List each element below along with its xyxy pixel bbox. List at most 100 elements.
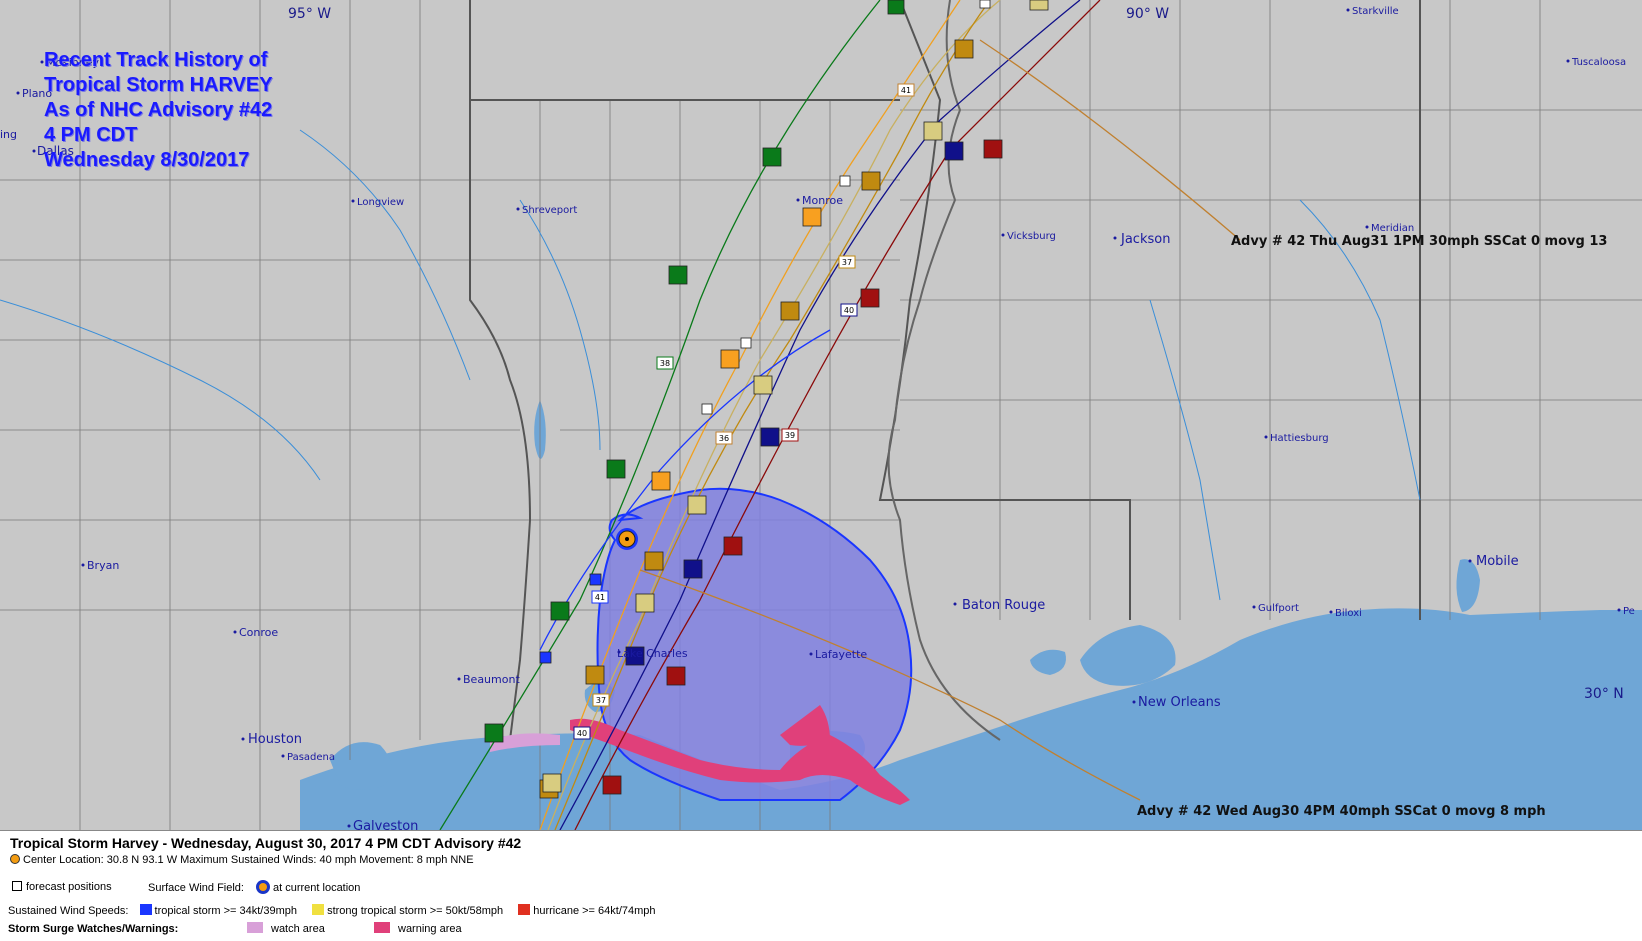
svg-text:Vicksburg: Vicksburg [1007, 231, 1056, 242]
svg-text:Meridian: Meridian [1371, 223, 1414, 234]
city-mobile: Mobile [1468, 554, 1519, 569]
hu-swatch [518, 904, 531, 915]
city-jackson: Jackson [1113, 232, 1170, 247]
advisory-tag-5: 36 [715, 431, 733, 445]
legend-sts-text: strong tropical storm >= 50kt/58mph [327, 905, 504, 917]
position-green-5 [550, 601, 570, 621]
current-center-icon [10, 854, 20, 864]
position-blue-2 [539, 651, 552, 664]
legend-watch-text: watch area [271, 923, 325, 935]
svg-text:ing: ing [0, 128, 17, 141]
advisory-tag-3: 37 [838, 255, 856, 269]
svg-text:41: 41 [595, 593, 605, 602]
position-khaki-4 [687, 495, 707, 515]
svg-text:36: 36 [719, 434, 729, 443]
advisory-tag-7: 41 [591, 590, 609, 604]
current-storm-center [616, 528, 638, 550]
city-longview: Longview [351, 197, 404, 208]
legend-ts-text: tropical storm >= 34kt/39mph [154, 905, 297, 917]
position-khaki-2 [923, 121, 943, 141]
city-meridian: Meridian [1365, 223, 1414, 234]
city-lake-charles: Lake Charles [617, 647, 688, 660]
city-conroe: Conroe [233, 626, 278, 639]
advisory-tag-2: 38 [656, 356, 674, 370]
svg-text:Conroe: Conroe [239, 626, 278, 639]
city-vicksburg: Vicksburg [1001, 231, 1056, 242]
advisory-tag-1: 41 [897, 83, 915, 97]
svg-text:Pasadena: Pasadena [287, 752, 335, 763]
city-houston: Houston [241, 732, 302, 747]
advisory-tag-4: 40 [840, 303, 858, 317]
map-title: Recent Track History of Tropical Storm H… [44, 48, 273, 173]
position-khaki-6 [542, 773, 562, 793]
svg-text:Hattiesburg: Hattiesburg [1270, 433, 1329, 444]
svg-text:37: 37 [842, 258, 852, 267]
legend-surge-warning: warning area [374, 922, 462, 935]
map-title-line-4: 4 PM CDT [44, 124, 138, 146]
lon-90-label: 90° W [1126, 6, 1169, 22]
svg-text:Longview: Longview [357, 197, 404, 208]
legend-current-location-text: at current location [272, 882, 361, 894]
position-gold-3 [780, 301, 800, 321]
map-title-line-5: Wednesday 8/30/2017 [44, 149, 250, 171]
advisory-tag-6: 39 [781, 428, 799, 442]
position-blue-1 [589, 573, 602, 586]
position-navy-2 [760, 427, 780, 447]
city-bryan: Bryan [81, 559, 119, 572]
svg-text:Tuscaloosa: Tuscaloosa [1571, 57, 1626, 68]
sts-swatch [312, 904, 325, 915]
legend-panel: Tropical Storm Harvey - Wednesday, Augus… [0, 830, 1642, 941]
position-green-3 [668, 265, 688, 285]
svg-text:Starkville: Starkville [1352, 6, 1399, 17]
legend-surge-label: Storm Surge Watches/Warnings: [8, 923, 179, 935]
position-navy-1 [944, 141, 964, 161]
svg-text:40: 40 [844, 306, 854, 315]
legend-forecast-positions: forecast positions [12, 881, 112, 893]
position-orange-2 [720, 349, 740, 369]
legend-wind-speeds: Sustained Wind Speeds: tropical storm >=… [8, 904, 656, 917]
svg-text:New Orleans: New Orleans [1138, 695, 1221, 710]
advisory-label-current: Advy # 42 Wed Aug30 4PM 40mph SSCat 0 mo… [1137, 804, 1546, 819]
legend-warning-text: warning area [398, 923, 462, 935]
legend-wind-field: Surface Wind Field: at current location [148, 880, 360, 894]
svg-text:Houston: Houston [248, 732, 302, 747]
city-shreveport: Shreveport [516, 205, 577, 216]
svg-text:Gulfport: Gulfport [1258, 603, 1299, 614]
position-khaki-5 [635, 593, 655, 613]
svg-text:Pe: Pe [1623, 606, 1635, 617]
svg-text:Lafayette: Lafayette [815, 648, 867, 661]
advisory-tag-9: 40 [573, 726, 591, 740]
forecast-position-3 [740, 337, 752, 349]
legend-wind-speeds-label: Sustained Wind Speeds: [8, 905, 129, 917]
svg-text:Mobile: Mobile [1476, 554, 1519, 569]
city-gulfport: Gulfport [1252, 603, 1299, 614]
position-green-1 [887, 0, 905, 15]
city-galveston: Galveston [347, 819, 418, 830]
position-khaki-1 [1029, 0, 1049, 11]
forecast-position-1 [979, 0, 991, 9]
legend-center-info: Center Location: 30.8 N 93.1 W Maximum S… [10, 854, 474, 866]
svg-text:Beaumont: Beaumont [463, 673, 520, 686]
city-pasadena: Pasadena [281, 752, 335, 763]
legend-title: Tropical Storm Harvey - Wednesday, Augus… [10, 835, 522, 851]
position-gold-1 [954, 39, 974, 59]
legend-hu-text: hurricane >= 64kt/74mph [533, 905, 656, 917]
position-green-2 [762, 147, 782, 167]
svg-text:Biloxi: Biloxi [1335, 608, 1362, 619]
legend-wind-field-label: Surface Wind Field: [148, 882, 244, 894]
svg-text:Shreveport: Shreveport [522, 205, 577, 216]
legend-forecast-text: forecast positions [26, 881, 112, 893]
svg-text:37: 37 [596, 696, 606, 705]
city-lafayette: Lafayette [809, 648, 867, 661]
forecast-position-4 [701, 403, 713, 415]
city-hattiesburg: Hattiesburg [1264, 433, 1329, 444]
city-irving: ing [0, 128, 17, 141]
city-monroe: Monroe [796, 194, 843, 207]
city-beaumont: Beaumont [457, 673, 520, 686]
map-title-line-3: As of NHC Advisory #42 [44, 99, 273, 121]
city-starkville: Starkville [1346, 6, 1399, 17]
svg-text:Baton Rouge: Baton Rouge [962, 598, 1045, 613]
legend-surge: Storm Surge Watches/Warnings: [8, 923, 178, 935]
position-darkred-3 [723, 536, 743, 556]
svg-text:Bryan: Bryan [87, 559, 119, 572]
